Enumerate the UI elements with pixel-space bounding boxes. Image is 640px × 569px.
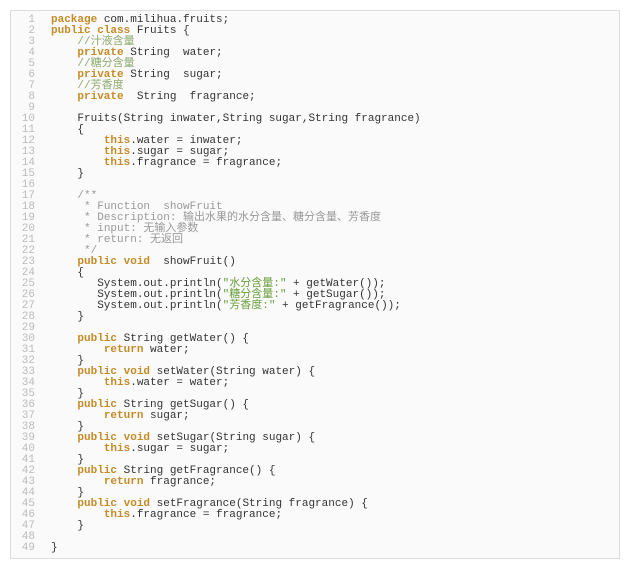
code-line: return fragrance;: [51, 477, 611, 488]
token-kw: return: [104, 476, 144, 488]
line-number-gutter: 1234567891011121314151617181920212223242…: [11, 11, 43, 558]
code-line: this.fragrance = fragrance;: [51, 158, 611, 169]
token-txt: }: [51, 520, 84, 532]
token-kw: this: [104, 509, 130, 521]
code-line: return water;: [51, 345, 611, 356]
token-kw: return: [104, 344, 144, 356]
code-line: }: [51, 543, 611, 554]
code-block: 1234567891011121314151617181920212223242…: [10, 10, 620, 559]
code-line: * return: 无返回: [51, 235, 611, 246]
token-kw: this: [104, 157, 130, 169]
code-line: }: [51, 169, 611, 180]
token-txt: String sugar;: [124, 69, 223, 81]
token-txt: .fragrance = fragrance;: [130, 509, 282, 521]
line-number: 49: [15, 543, 35, 554]
token-txt: .sugar = sugar;: [130, 443, 229, 455]
token-txt: sugar;: [143, 410, 189, 422]
token-txt: + getFragrance());: [275, 300, 400, 312]
code-line: public void showFruit(): [51, 257, 611, 268]
token-txt: }: [51, 311, 84, 323]
token-txt: String fragrance;: [124, 91, 256, 103]
token-txt: String water;: [124, 47, 223, 59]
code-line: }: [51, 312, 611, 323]
token-kw: return: [104, 410, 144, 422]
code-line: return sugar;: [51, 411, 611, 422]
token-txt: .water = water;: [130, 377, 229, 389]
code-line: this.sugar = sugar;: [51, 444, 611, 455]
token-str: "芳香度:": [223, 300, 276, 312]
token-txt: water;: [143, 344, 189, 356]
code-line: Fruits(String inwater,String sugar,Strin…: [51, 114, 611, 125]
token-kw: public void: [77, 256, 150, 268]
code-line: this.fragrance = fragrance;: [51, 510, 611, 521]
code-line: }: [51, 521, 611, 532]
token-kw: private: [77, 91, 123, 103]
token-txt: fragrance;: [143, 476, 216, 488]
token-txt: }: [51, 542, 58, 554]
token-doc: * return: 无返回: [84, 234, 183, 246]
code-line: this.water = water;: [51, 378, 611, 389]
token-txt: .fragrance = fragrance;: [130, 157, 282, 169]
token-txt: }: [51, 168, 84, 180]
token-kw: this: [104, 377, 130, 389]
token-txt: Fruits(String inwater,String sugar,Strin…: [51, 113, 421, 125]
code-line: private String fragrance;: [51, 92, 611, 103]
token-txt: showFruit(): [150, 256, 236, 268]
code-content: package com.milihua.fruits;public class …: [43, 11, 619, 558]
code-line: [51, 180, 611, 191]
code-line: System.out.println("芳香度:" + getFragrance…: [51, 301, 611, 312]
token-txt: [51, 91, 77, 103]
code-line: private String sugar;: [51, 70, 611, 81]
code-line: public class Fruits {: [51, 26, 611, 37]
code-line: [51, 532, 611, 543]
code-line: private String water;: [51, 48, 611, 59]
token-kw: this: [104, 443, 130, 455]
token-txt: Fruits {: [130, 25, 189, 37]
